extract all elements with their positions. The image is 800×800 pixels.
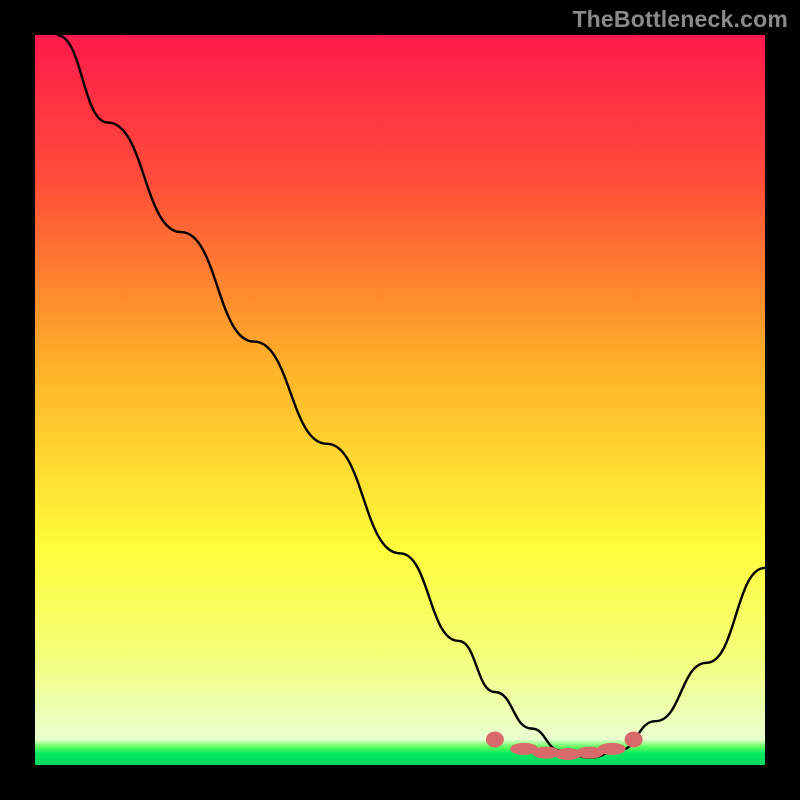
chart-frame: TheBottleneck.com: [0, 0, 800, 800]
watermark-text: TheBottleneck.com: [572, 6, 788, 33]
plot-area: [35, 35, 765, 765]
background-gradient: [35, 35, 765, 765]
